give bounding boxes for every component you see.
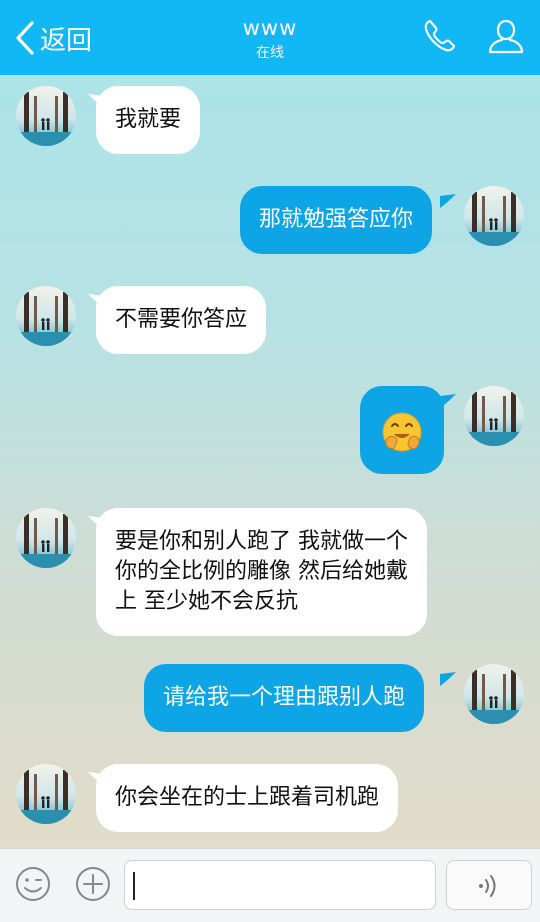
back-label: 返回 bbox=[40, 25, 93, 56]
message-bubble-outgoing[interactable]: 那就勉强答应你 bbox=[240, 186, 433, 254]
phone-icon[interactable] bbox=[420, 16, 460, 56]
text-caret bbox=[133, 872, 135, 900]
contact-profile-icon[interactable] bbox=[486, 16, 526, 56]
contact-avatar[interactable] bbox=[16, 86, 76, 146]
chat-header: 返回 www 在线 bbox=[0, 0, 540, 75]
message-bubble-incoming[interactable]: 我就要 bbox=[96, 86, 201, 154]
input-bar bbox=[0, 848, 540, 922]
contact-avatar[interactable] bbox=[16, 286, 76, 346]
message-bubble-incoming[interactable]: 不需要你答应 bbox=[96, 286, 267, 354]
online-status: 在线 bbox=[256, 45, 284, 61]
message-bubble-incoming[interactable]: 要是你和别人跑了 我就做一个 你的全比例的雕像 然后给她戴 上 至少她不会反抗 bbox=[96, 508, 427, 636]
bubble-tail bbox=[440, 672, 456, 686]
back-button[interactable]: 返回 bbox=[14, 18, 92, 58]
contact-name: www bbox=[242, 16, 298, 40]
voice-wave-icon bbox=[479, 875, 496, 897]
hugging-face-emoji-icon bbox=[382, 412, 422, 452]
my-avatar[interactable] bbox=[464, 186, 524, 246]
contact-avatar[interactable] bbox=[16, 764, 76, 824]
message-bubble-outgoing[interactable]: 请给我一个理由跟别人跑 bbox=[144, 664, 425, 732]
chevron-left-icon bbox=[16, 21, 34, 55]
message-bubble-outgoing-emoji[interactable] bbox=[360, 386, 444, 474]
emoji-button[interactable] bbox=[14, 865, 52, 903]
contact-avatar[interactable] bbox=[16, 508, 76, 568]
more-options-button[interactable] bbox=[74, 865, 112, 903]
plus-icon bbox=[76, 867, 110, 901]
message-input[interactable] bbox=[124, 860, 436, 910]
voice-button[interactable] bbox=[446, 860, 532, 910]
bubble-tail bbox=[440, 194, 456, 208]
my-avatar[interactable] bbox=[464, 664, 524, 724]
smiley-icon bbox=[16, 867, 50, 901]
my-avatar[interactable] bbox=[464, 386, 524, 446]
message-bubble-incoming[interactable]: 你会坐在的士上跟着司机跑 bbox=[96, 764, 399, 832]
chat-title-block: www 在线 bbox=[170, 16, 370, 62]
